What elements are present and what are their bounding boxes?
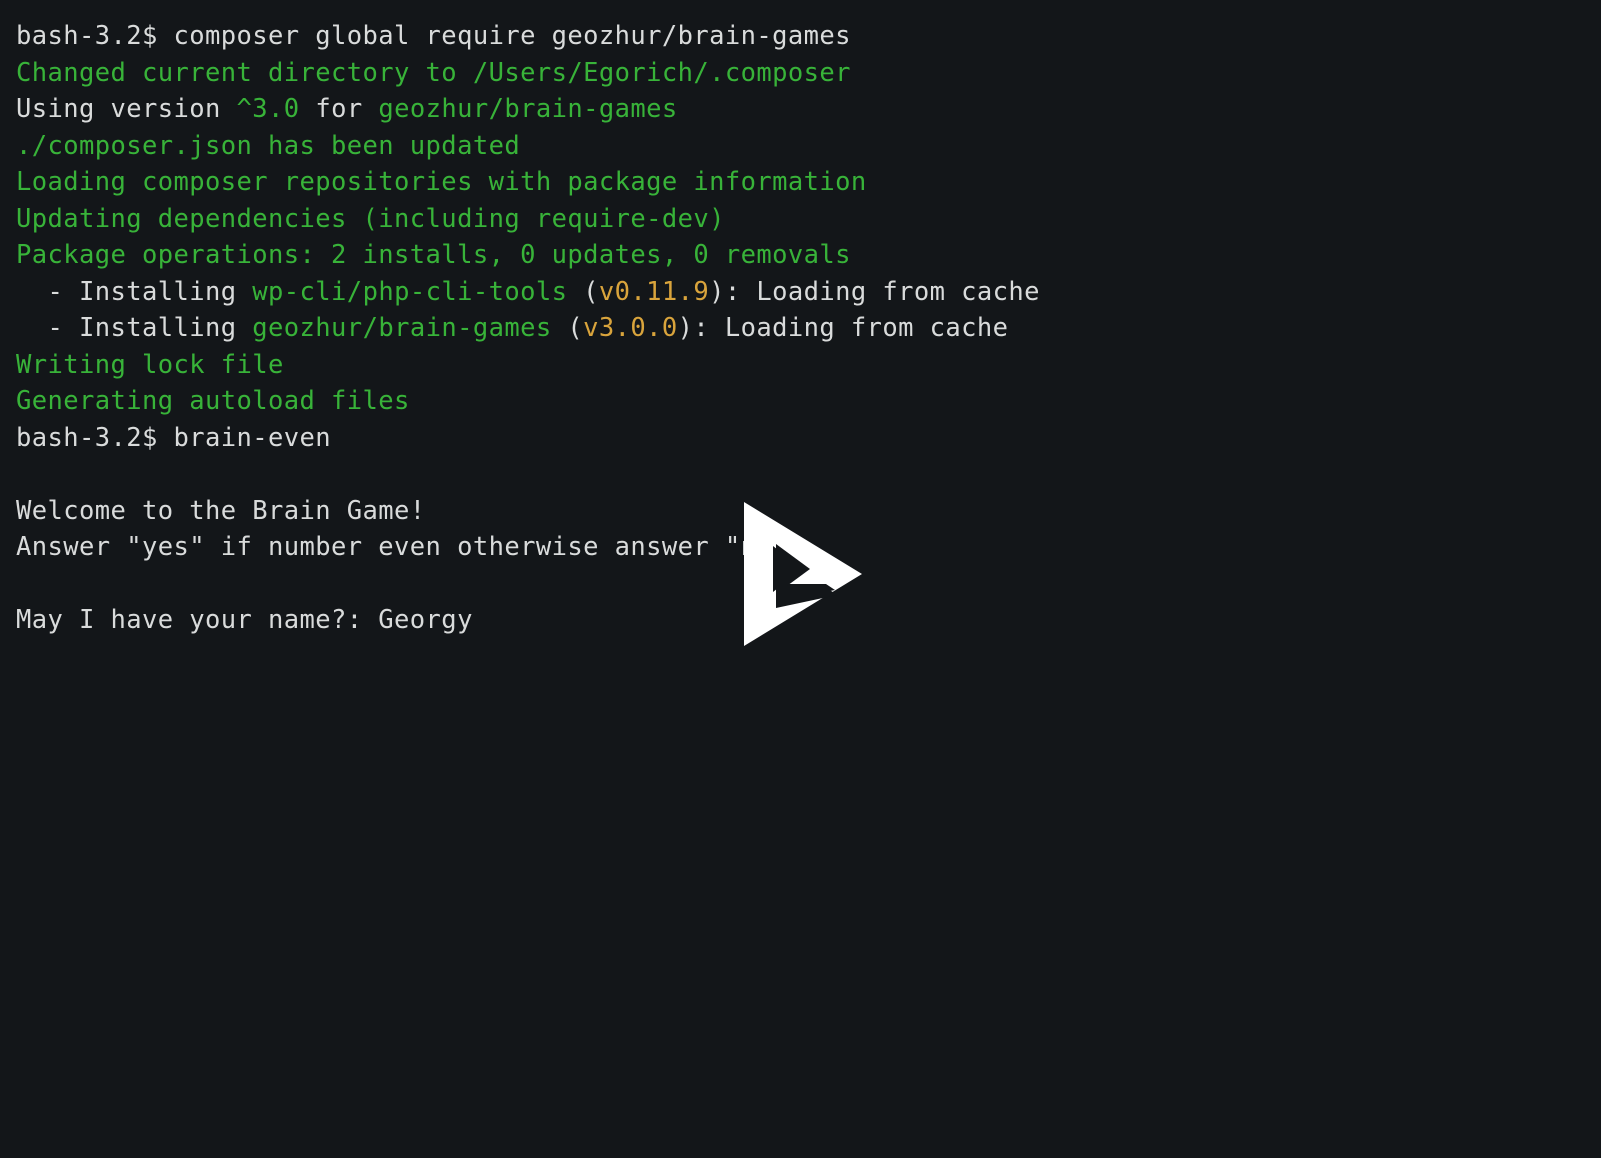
terminal-text-segment: v0.11.9	[598, 276, 710, 307]
terminal-text-segment: - Installing	[16, 313, 253, 343]
terminal-text-segment: Writing lock file	[16, 349, 284, 380]
terminal-text-segment: ): Loading from cache	[677, 313, 1009, 343]
terminal-line: Updating dependencies (including require…	[0, 201, 1601, 238]
terminal-text-segment: Loading composer repositories with packa…	[16, 167, 867, 197]
terminal-text-segment: geozhur/brain-games	[252, 313, 552, 343]
terminal-line: - Installing geozhur/brain-games (v3.0.0…	[0, 310, 1601, 347]
terminal-text-segment: ./composer.json has been updated	[16, 130, 521, 161]
terminal-text-segment: (	[551, 313, 584, 343]
terminal-line: Generating autoload files	[0, 383, 1601, 420]
terminal-text-segment: Generating autoload files	[16, 386, 410, 416]
terminal-text-segment: May I have your name?: Georgy	[16, 605, 473, 635]
terminal-line: - Installing wp-cli/php-cli-tools (v0.11…	[0, 274, 1601, 311]
terminal-text-segment: for	[299, 94, 379, 124]
terminal-text-segment: v3.0.0	[583, 313, 678, 343]
terminal-line: ./composer.json has been updated	[0, 128, 1601, 165]
terminal-text-segment: ^3.0	[236, 94, 300, 124]
terminal-line: Package operations: 2 installs, 0 update…	[0, 237, 1601, 274]
terminal-text-segment: bash-3.2$ brain-even	[16, 422, 332, 453]
terminal-text-segment: Changed current directory to /Users/Egor…	[16, 57, 851, 88]
terminal-text-segment: (	[567, 276, 599, 307]
terminal-text-segment: bash-3.2$ composer global require geozhu…	[16, 21, 851, 51]
terminal-text-segment: Answer "yes" if number even otherwise an…	[16, 532, 788, 562]
terminal-line	[0, 456, 1601, 493]
terminal-text-segment: wp-cli/php-cli-tools	[252, 276, 568, 307]
play-button[interactable]	[740, 500, 885, 648]
terminal-text-segment: Welcome to the Brain Game!	[16, 495, 426, 526]
terminal-line: Writing lock file	[0, 347, 1601, 384]
terminal-line: Changed current directory to /Users/Egor…	[0, 55, 1601, 92]
terminal-line: bash-3.2$ composer global require geozhu…	[0, 18, 1601, 55]
terminal-text-segment: Package operations: 2 installs, 0 update…	[16, 240, 851, 270]
play-icon	[744, 502, 862, 646]
terminal-line: bash-3.2$ brain-even	[0, 420, 1601, 457]
terminal-window: bash-3.2$ composer global require geozhu…	[0, 0, 1601, 1158]
terminal-text-segment: geozhur/brain-games	[378, 94, 678, 124]
terminal-text-segment: - Installing	[16, 276, 253, 307]
terminal-line: Using version ^3.0 for geozhur/brain-gam…	[0, 91, 1601, 128]
terminal-text-segment: ): Loading from cache	[709, 276, 1040, 307]
terminal-text-segment: Updating dependencies (including require…	[16, 203, 725, 234]
terminal-text-segment: Using version	[16, 94, 237, 124]
terminal-line: Loading composer repositories with packa…	[0, 164, 1601, 201]
